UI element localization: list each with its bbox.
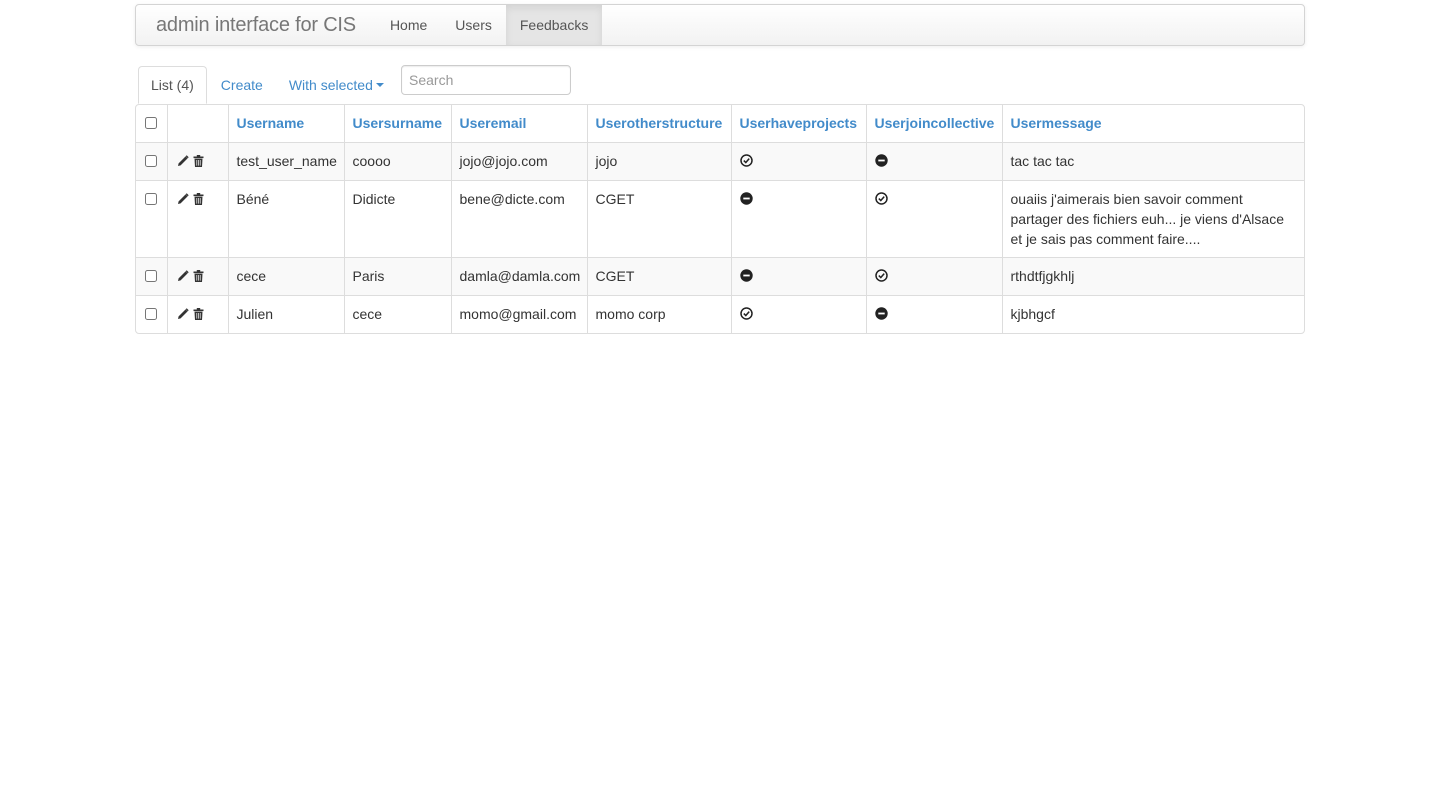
trash-icon[interactable]	[193, 153, 208, 169]
cell-useremail: jojo@jojo.com	[450, 142, 587, 181]
navbar: admin interface for CIS Home Users Feedb…	[135, 4, 1305, 46]
nav-users[interactable]: Users	[441, 5, 506, 45]
cell-username: Julien	[227, 295, 344, 333]
cell-userhaveprojects	[730, 295, 866, 333]
column-header-userhaveprojects[interactable]: Userhaveprojects	[730, 105, 866, 143]
table-row: Béné Didicte bene@dicte.com CGET ouaiis j'ai…	[136, 180, 1304, 258]
cell-userjoincollective	[865, 295, 1002, 333]
pencil-icon[interactable]	[177, 191, 193, 207]
cell-usersurname: coooo	[343, 142, 451, 181]
cell-userjoincollective	[865, 180, 1002, 258]
brand-title[interactable]: admin interface for CIS	[136, 5, 376, 45]
cell-usersurname: cece	[343, 295, 451, 333]
feedbacks-table: Username Usersurname Useremail Userother…	[135, 104, 1305, 334]
table-row: Julien cece momo@gmail.com momo corp kjbhgcf	[136, 295, 1304, 333]
column-header-useremail[interactable]: Useremail	[450, 105, 587, 143]
cell-username: test_user_name	[227, 142, 344, 181]
with-selected-label: With selected	[288, 77, 373, 93]
cell-userhaveprojects	[730, 257, 866, 296]
cell-usermessage: rthdtfjgkhlj	[1001, 257, 1304, 296]
cell-useremail: momo@gmail.com	[450, 295, 587, 333]
ok-circle-icon	[874, 268, 888, 284]
cell-userotherstructure: CGET	[586, 180, 731, 258]
tab-create[interactable]: Create	[209, 66, 275, 104]
pencil-icon[interactable]	[177, 268, 193, 284]
cell-userotherstructure: jojo	[586, 142, 731, 181]
caret-down-icon	[375, 83, 384, 87]
cell-username: Béné	[227, 180, 344, 258]
table-header-row: Username Usersurname Useremail Userother…	[136, 105, 1304, 143]
cell-userotherstructure: momo corp	[586, 295, 731, 333]
select-all-checkbox[interactable]	[145, 117, 158, 129]
with-selected-dropdown[interactable]: With selected	[277, 66, 396, 104]
minus-sign-icon	[739, 268, 753, 284]
row-select-checkbox[interactable]	[145, 308, 158, 320]
table-row: cece Paris damla@damla.com CGET rthdtfjgkhlj	[136, 257, 1304, 296]
pencil-icon[interactable]	[177, 153, 193, 169]
row-actions	[166, 295, 228, 333]
row-actions	[166, 257, 228, 296]
cell-userjoincollective	[865, 142, 1002, 181]
ok-circle-icon	[874, 191, 888, 207]
cell-usermessage: ouaiis j'aimerais bien savoir comment pa…	[1001, 180, 1304, 258]
cell-userhaveprojects	[730, 180, 866, 258]
row-select-checkbox[interactable]	[145, 155, 158, 167]
trash-icon[interactable]	[193, 268, 208, 284]
column-header-usermessage[interactable]: Usermessage	[1001, 105, 1304, 143]
nav-feedbacks[interactable]: Feedbacks	[505, 5, 603, 45]
cell-username: cece	[227, 257, 344, 296]
ok-circle-icon	[739, 153, 753, 169]
column-header-userotherstructure[interactable]: Userotherstructure	[586, 105, 731, 143]
search-input[interactable]	[401, 65, 571, 95]
column-header-usersurname[interactable]: Usersurname	[343, 105, 451, 143]
cell-usermessage: tac tac tac	[1001, 142, 1304, 181]
minus-sign-icon	[739, 191, 753, 207]
tab-list[interactable]: List (4)	[138, 66, 207, 104]
row-select-checkbox[interactable]	[145, 193, 158, 205]
cell-useremail: damla@damla.com	[450, 257, 587, 296]
cell-userjoincollective	[865, 257, 1002, 296]
column-header-username[interactable]: Username	[227, 105, 344, 143]
cell-useremail: bene@dicte.com	[450, 180, 587, 258]
cell-usermessage: kjbhgcf	[1001, 295, 1304, 333]
row-actions	[166, 142, 228, 181]
nav-home[interactable]: Home	[376, 5, 441, 45]
trash-icon[interactable]	[193, 191, 208, 207]
row-select-checkbox[interactable]	[145, 270, 158, 282]
cell-userhaveprojects	[730, 142, 866, 181]
column-header-userjoincollective[interactable]: Userjoincollective	[865, 105, 1002, 143]
cell-userotherstructure: CGET	[586, 257, 731, 296]
trash-icon[interactable]	[193, 306, 208, 322]
pencil-icon[interactable]	[177, 306, 193, 322]
table-row: test_user_name coooo jojo@jojo.com jojo tac …	[136, 142, 1304, 181]
actions-header	[166, 105, 228, 143]
minus-sign-icon	[874, 306, 888, 322]
list-tabs: List (4) Create With selected	[138, 66, 398, 104]
minus-sign-icon	[874, 153, 888, 169]
row-actions	[166, 180, 228, 258]
ok-circle-icon	[739, 306, 753, 322]
cell-usersurname: Didicte	[343, 180, 451, 258]
cell-usersurname: Paris	[343, 257, 451, 296]
